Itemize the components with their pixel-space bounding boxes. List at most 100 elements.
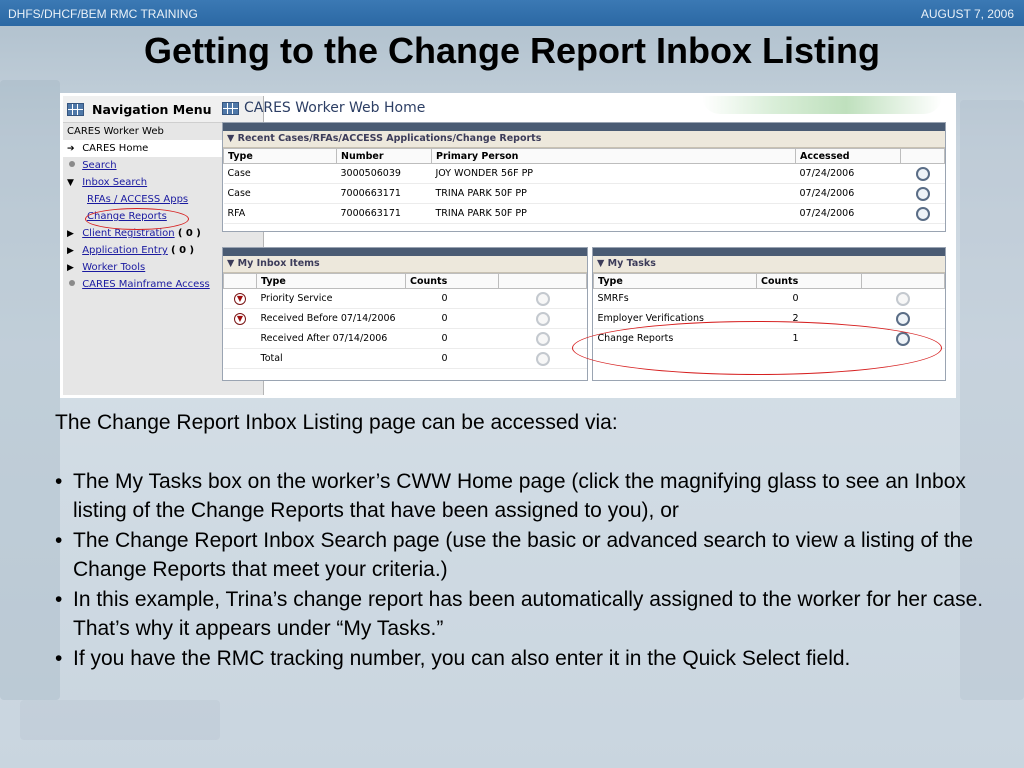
triangle-right-icon[interactable]: ▶: [67, 260, 79, 277]
cell-person: TRINA PARK 50F PP: [431, 203, 796, 224]
grid-icon: [222, 101, 239, 115]
bullet-item: The Change Report Inbox Search page (use…: [55, 526, 995, 585]
cell-type: SMRFs: [593, 288, 757, 309]
bullet-item: In this example, Trina’s change report h…: [55, 585, 995, 644]
table-row[interactable]: RFA 7000663171 TRINA PARK 50F PP 07/24/2…: [223, 203, 945, 224]
nav-item-count: ( 0 ): [177, 228, 201, 239]
cell-number: 7000663171: [336, 203, 432, 224]
collapse-triangle-icon[interactable]: ▼: [227, 133, 234, 144]
cell-count: 0: [756, 288, 862, 309]
magnifying-glass-icon[interactable]: [535, 351, 550, 366]
cell-accessed: 07/24/2006: [795, 163, 901, 184]
column-header: Type: [223, 148, 337, 164]
table-row[interactable]: Case 3000506039 JOY WONDER 56F PP 07/24/…: [223, 163, 945, 184]
recent-panel-title: Recent Cases/RFAs/ACCESS Applications/Ch…: [237, 133, 542, 144]
highlight-ellipse-nav: [85, 208, 189, 230]
header-date: AUGUST 7, 2006: [920, 7, 1014, 21]
cell-count: 0: [405, 288, 499, 309]
column-header: [861, 273, 945, 289]
column-header: Accessed: [795, 148, 901, 164]
column-header: Counts: [405, 273, 499, 289]
cell-type: Received Before 07/14/2006: [256, 308, 406, 329]
column-header: Type: [593, 273, 757, 289]
triangle-down-icon[interactable]: ▼: [67, 175, 79, 192]
column-header: [900, 148, 945, 164]
cell-accessed: 07/24/2006: [795, 183, 901, 204]
nav-item-count: ( 0 ): [171, 245, 195, 256]
cell-number: 7000663171: [336, 183, 432, 204]
inbox-table: Type Counts ▼ Priority Service 0 ▼ Recei…: [223, 273, 587, 369]
panel-bar: [223, 248, 587, 256]
nav-item-label[interactable]: Application Entry: [82, 245, 168, 256]
table-row[interactable]: SMRFs 0: [593, 288, 945, 309]
grid-icon: [67, 102, 84, 116]
background-decoration: [0, 80, 60, 700]
cell-person: JOY WONDER 56F PP: [431, 163, 796, 184]
cell-type: Priority Service: [256, 288, 406, 309]
nav-item-label[interactable]: Worker Tools: [82, 262, 145, 273]
column-header: Number: [336, 148, 432, 164]
background-decoration: [20, 700, 220, 740]
nav-item-label[interactable]: RFAs / ACCESS Apps: [87, 194, 188, 205]
arrow-right-icon: ➔: [67, 144, 75, 154]
cell-count: 0: [405, 328, 499, 349]
page-title-text: CARES Worker Web Home: [244, 100, 426, 116]
magnifying-glass-icon[interactable]: [915, 166, 930, 181]
cell-type: Case: [223, 163, 337, 184]
cell-type: Case: [223, 183, 337, 204]
recent-panel-header[interactable]: ▼ Recent Cases/RFAs/ACCESS Applications/…: [223, 131, 945, 148]
panel-bar: [593, 248, 945, 256]
column-header: [498, 273, 587, 289]
panel-bar: [223, 123, 945, 131]
nav-item-label: CARES Worker Web: [67, 126, 164, 137]
column-header: [223, 273, 257, 289]
magnifying-glass-icon[interactable]: [915, 206, 930, 221]
nav-item-label[interactable]: Search: [82, 160, 116, 171]
table-row[interactable]: ▼ Priority Service 0: [223, 288, 587, 309]
table-row[interactable]: ▼ Received Before 07/14/2006 0: [223, 308, 587, 329]
tasks-panel-header[interactable]: ▼ My Tasks: [593, 256, 945, 273]
cell-count: 0: [405, 308, 499, 329]
magnifying-glass-icon[interactable]: [535, 331, 550, 346]
table-row[interactable]: Received After 07/14/2006 0: [223, 328, 587, 349]
collapse-triangle-icon[interactable]: ▼: [597, 258, 604, 269]
triangle-right-icon[interactable]: ▶: [67, 226, 79, 243]
magnifying-glass-icon[interactable]: [535, 291, 550, 306]
nav-title: Navigation Menu: [92, 101, 212, 117]
column-header: Counts: [756, 273, 862, 289]
bullet-list: The My Tasks box on the worker’s CWW Hom…: [55, 467, 995, 674]
body-intro: The Change Report Inbox Listing page can…: [55, 411, 618, 434]
inbox-panel-title: My Inbox Items: [237, 258, 320, 269]
bullet-item: The My Tasks box on the worker’s CWW Hom…: [55, 467, 995, 526]
column-header: Type: [256, 273, 406, 289]
bullet-icon: [69, 161, 75, 167]
page-title: CARES Worker Web Home: [222, 100, 425, 116]
magnifying-glass-icon[interactable]: [915, 186, 930, 201]
header-left-text: DHFS/DHCF/BEM RMC TRAINING: [8, 7, 198, 21]
magnifying-glass-icon[interactable]: [535, 311, 550, 326]
main-content: CARES Worker Web Home ▼ Recent Cases/RFA…: [222, 96, 946, 395]
cell-person: TRINA PARK 50F PP: [431, 183, 796, 204]
inbox-panel-header[interactable]: ▼ My Inbox Items: [223, 256, 587, 273]
recent-table: Type Number Primary Person Accessed Case…: [223, 148, 945, 224]
recent-panel: ▼ Recent Cases/RFAs/ACCESS Applications/…: [222, 122, 946, 232]
column-header: Primary Person: [431, 148, 796, 164]
nav-item-label[interactable]: Inbox Search: [82, 177, 147, 188]
cell-accessed: 07/24/2006: [795, 203, 901, 224]
cell-type: Received After 07/14/2006: [256, 328, 406, 349]
tasks-panel-title: My Tasks: [607, 258, 656, 269]
table-row[interactable]: Total 0: [223, 348, 587, 369]
triangle-right-icon[interactable]: ▶: [67, 243, 79, 260]
collapse-triangle-icon[interactable]: ▼: [227, 258, 234, 269]
magnifying-glass-icon[interactable]: [896, 291, 910, 306]
nav-item-label[interactable]: CARES Mainframe Access: [82, 279, 210, 290]
magnifying-glass-icon[interactable]: [896, 311, 910, 326]
cell-type: Total: [256, 348, 406, 369]
table-row[interactable]: Case 7000663171 TRINA PARK 50F PP 07/24/…: [223, 183, 945, 204]
cell-number: 3000506039: [336, 163, 432, 184]
slide-body: The Change Report Inbox Listing page can…: [55, 408, 995, 673]
cell-type: RFA: [223, 203, 337, 224]
priority-flag-icon: ▼: [234, 312, 246, 325]
cell-count: 0: [405, 348, 499, 369]
highlight-ellipse-tasks: [572, 321, 942, 375]
